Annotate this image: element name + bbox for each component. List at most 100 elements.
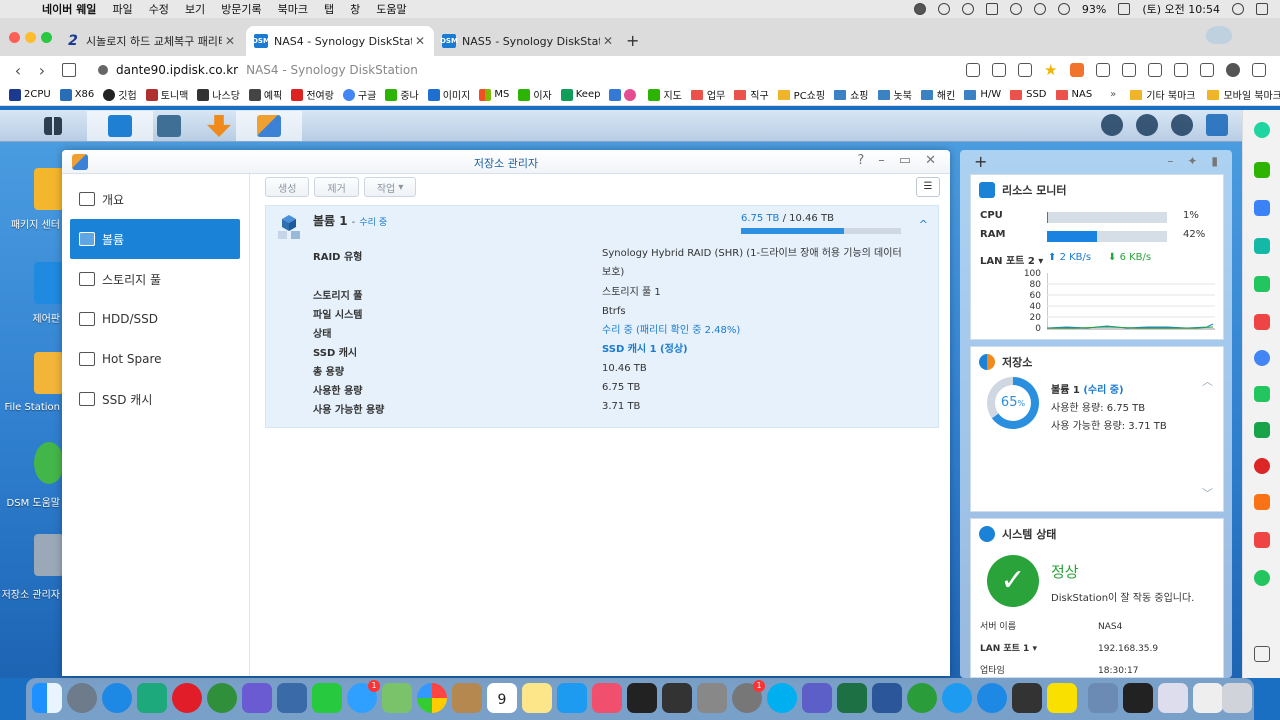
menu-bookmarks[interactable]: 북마크 (278, 1, 308, 17)
bookmark-item[interactable]: X86 (59, 88, 94, 101)
bookmark-folder[interactable]: 놋북 (877, 87, 912, 102)
maps-icon[interactable] (382, 683, 412, 713)
sidebar-app-icon[interactable] (1254, 532, 1270, 548)
status-value[interactable]: 수리 중 (패리티 확인 중 2.48%) (602, 321, 902, 340)
app-icon[interactable] (907, 683, 937, 713)
reader-icon[interactable] (62, 63, 76, 77)
minimize-icon[interactable]: – (878, 153, 885, 168)
bookmark-item[interactable]: 중나 (385, 87, 419, 102)
help-icon[interactable]: ? (857, 153, 864, 168)
bookmark-item[interactable]: 이미지 (427, 87, 470, 102)
ssd-cache-link[interactable]: SSD 캐시 1 (정상) (602, 340, 902, 359)
sidebar-item-volume[interactable]: 볼륨 (70, 219, 240, 259)
close-window-button[interactable] (9, 32, 20, 43)
pin-icon[interactable]: ✦ (1187, 154, 1197, 168)
main-menu-button[interactable] (20, 111, 86, 141)
facetime-icon[interactable] (312, 683, 342, 713)
tab-nas5[interactable]: DSM NAS5 - Synology DiskStation ✕ (434, 26, 622, 56)
status-app-icon[interactable] (913, 3, 926, 15)
bookmark-folder[interactable]: NAS (1055, 89, 1092, 100)
desktop-label[interactable]: File Station (0, 402, 60, 413)
launchpad-icon[interactable] (67, 683, 97, 713)
menu-file[interactable]: 파일 (112, 1, 132, 17)
star-icon[interactable]: ★ (1044, 63, 1058, 78)
bookmark-folder[interactable]: SSD (1010, 89, 1047, 100)
add-widget-button[interactable]: + (974, 152, 987, 171)
notification-icon[interactable] (1101, 114, 1123, 136)
photos-icon[interactable] (417, 683, 447, 713)
teams-icon[interactable] (802, 683, 832, 713)
bookmark-folder[interactable]: H/W (964, 89, 1001, 100)
bookmark-item[interactable]: 구글 (342, 87, 376, 102)
url-page-title[interactable]: NAS4 - Synology DiskStation (246, 63, 418, 77)
app-store-icon[interactable] (557, 683, 587, 713)
lan-row[interactable]: LAN 포트 2 ▾ ⬆ 2 KB/s ⬇ 6 KB/s (980, 252, 1151, 267)
desktop-label[interactable]: DSM 도움말 (0, 494, 60, 509)
bookmark-folder[interactable]: 직구 (734, 87, 769, 102)
google-icon[interactable] (1254, 350, 1270, 366)
extension-icon[interactable] (1070, 63, 1084, 77)
back-button[interactable]: ‹ (6, 61, 30, 80)
wifi-icon[interactable] (1057, 3, 1070, 15)
bookmark-item[interactable]: Keep (560, 88, 600, 101)
skype-icon[interactable] (767, 683, 797, 713)
bookmark-item[interactable]: 깃헙 (103, 87, 137, 102)
desktop-label[interactable]: 패키지 센터 (0, 216, 60, 231)
search-icon[interactable] (1171, 114, 1193, 136)
sidebar-app-icon[interactable] (1254, 422, 1270, 438)
menu-icon[interactable] (1252, 63, 1266, 77)
clock[interactable]: (토) 오전 10:54 (1142, 1, 1220, 17)
storage-manager-icon[interactable] (34, 534, 64, 576)
key-icon[interactable] (966, 63, 980, 77)
sidebar-app-icon[interactable] (1254, 494, 1270, 510)
forward-button[interactable]: › (30, 61, 54, 80)
bookmark-item[interactable]: 토니맥 (145, 87, 188, 102)
system-health-widget[interactable]: 시스템 상태 ✓ 정상 DiskStation이 잘 작동 중입니다. 서버 이… (970, 518, 1224, 678)
volume-panel[interactable]: 볼륨 1- 수리 중 6.75 TB / 10.46 TB ^ RAID 유형 S… (265, 205, 939, 428)
sidebar-toggle-icon[interactable] (1200, 63, 1214, 77)
desktop-label[interactable]: 저장소 관리자 (0, 586, 60, 601)
reload-icon[interactable] (992, 63, 1006, 77)
sidebar-app-icon[interactable] (1254, 570, 1270, 586)
excel-icon[interactable] (837, 683, 867, 713)
bookmark-folder[interactable]: 쇼핑 (834, 87, 869, 102)
whale-sidebar-icon[interactable] (1254, 122, 1270, 138)
sort-icon[interactable]: ☰ (916, 177, 940, 197)
bookmark-folder-other[interactable]: 기타 북마크 (1130, 87, 1195, 102)
bookmark-item[interactable]: 이자 (518, 87, 552, 102)
bookmark-item[interactable]: MS (479, 88, 509, 101)
kakaotalk-icon[interactable] (1047, 683, 1077, 713)
maximize-icon[interactable]: ▭ (899, 153, 911, 168)
terminal-window-icon[interactable] (1123, 683, 1153, 713)
puzzle-icon[interactable] (1096, 63, 1110, 77)
word-icon[interactable] (872, 683, 902, 713)
whale-icon[interactable] (137, 683, 167, 713)
file-station-icon[interactable] (34, 352, 64, 394)
bookmark-folder[interactable]: PC쇼핑 (777, 87, 825, 102)
user-icon[interactable] (1136, 114, 1158, 136)
contacts-icon[interactable] (452, 683, 482, 713)
bookmark-folder[interactable]: 업무 (690, 87, 725, 102)
notes-icon[interactable] (522, 683, 552, 713)
airplay-icon[interactable] (1033, 3, 1046, 15)
app-icon[interactable] (242, 683, 272, 713)
sidebar-item-storage-pool[interactable]: 스토리지 풀 (70, 259, 240, 299)
menu-view[interactable]: 보기 (185, 1, 205, 17)
downloads-stack-icon[interactable] (1158, 683, 1188, 713)
desktop-label[interactable]: 제어판 (0, 310, 60, 325)
lan-port-row[interactable]: LAN 포트 1 ▾ 192.168.35.9 (980, 641, 1158, 654)
calendar-icon[interactable]: 9 (487, 683, 517, 713)
talk-icon[interactable] (1254, 162, 1270, 178)
app-icon[interactable] (207, 683, 237, 713)
download-icon[interactable] (1122, 63, 1136, 77)
window-titlebar[interactable]: 저장소 관리자 ? – ▭ ✕ (62, 150, 950, 174)
system-preferences-icon[interactable]: 1 (732, 680, 765, 713)
create-button[interactable]: 생성 (265, 177, 310, 197)
menu-app[interactable]: 네이버 웨일 (42, 1, 96, 17)
finder-icon[interactable] (32, 683, 62, 713)
menu-edit[interactable]: 수정 (149, 1, 169, 17)
scroll-down-icon[interactable]: ﹀ (1202, 485, 1213, 501)
menu-window[interactable]: 창 (350, 1, 360, 17)
action-dropdown[interactable]: 작업 ▾ (363, 177, 417, 197)
scroll-up-icon[interactable]: ︿ (1202, 373, 1213, 389)
